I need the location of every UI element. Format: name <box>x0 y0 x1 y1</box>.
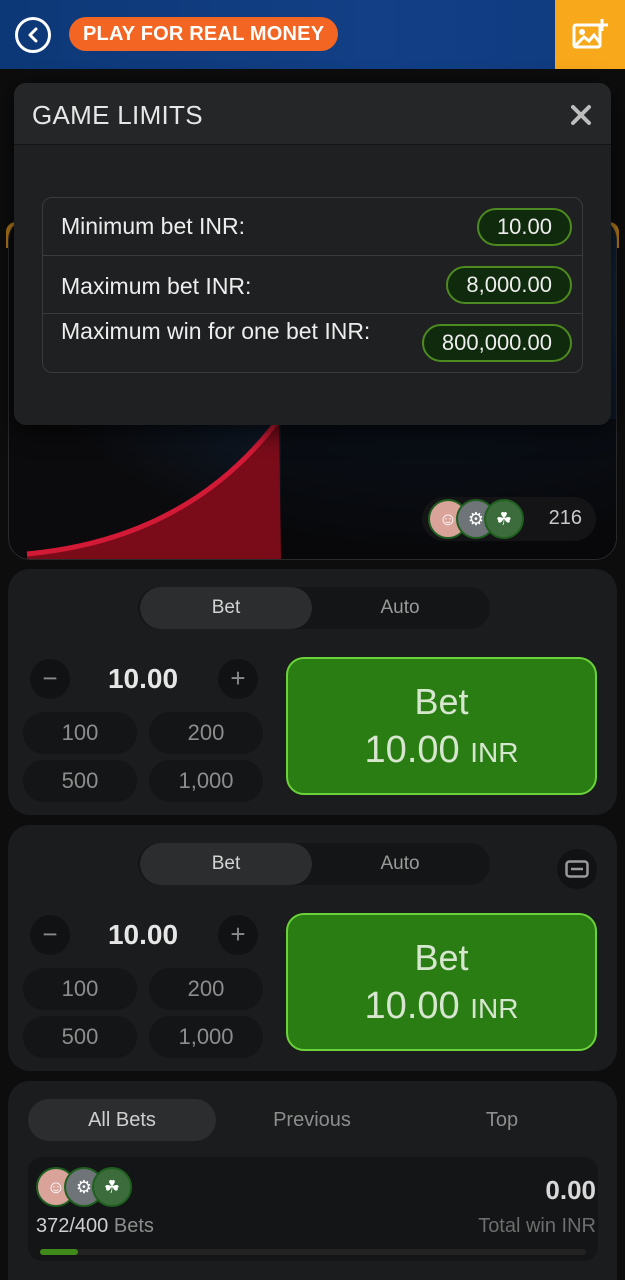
limit-row: Maximum bet INR: 8,000.00 <box>43 256 582 314</box>
total-win-label: Total win INR <box>478 1215 596 1237</box>
bet-panel: Bet Auto − 10.00 + 100 200 500 1,000 Bet… <box>8 569 617 815</box>
top-bar: PLAY FOR REAL MONEY <box>0 0 625 69</box>
bets-summary: ☺ ⚙ ☘ 372/400 Bets 0.00 Total win INR <box>28 1157 598 1261</box>
chip-button[interactable]: 1,000 <box>149 1016 263 1058</box>
limit-label: Minimum bet INR: <box>61 213 246 239</box>
chip-button[interactable]: 1,000 <box>149 760 263 802</box>
tab-bet[interactable]: Bet <box>140 843 312 885</box>
tab-auto[interactable]: Auto <box>314 587 486 629</box>
play-real-money-button[interactable]: PLAY FOR REAL MONEY <box>69 17 339 51</box>
bets-count: 372/400 Bets <box>36 1215 154 1237</box>
limit-row: Minimum bet INR: 10.00 <box>43 198 582 256</box>
remove-panel-icon[interactable] <box>557 849 597 889</box>
chip-button[interactable]: 200 <box>149 712 263 754</box>
place-bet-button[interactable]: Bet 10.00 INR <box>286 913 597 1051</box>
limit-label: Maximum bet INR: <box>61 273 252 299</box>
limit-value: 800,000.00 <box>421 324 572 362</box>
place-bet-button[interactable]: Bet 10.00 INR <box>286 657 597 795</box>
limit-label: Maximum win for one bet INR: <box>61 318 371 344</box>
bet-panel: Bet Auto − 10.00 + 100 200 500 1,000 Bet… <box>8 825 617 1071</box>
limit-value: 10.00 <box>476 208 572 246</box>
decrease-button[interactable]: − <box>30 659 70 699</box>
bet-button-amount: 10.00 INR <box>364 729 519 771</box>
chip-button[interactable]: 100 <box>23 968 137 1010</box>
avatar-group: ☺ ⚙ ☘ <box>36 1167 132 1207</box>
modal-header: GAME LIMITS <box>14 83 611 145</box>
tab-all-bets[interactable]: All Bets <box>28 1099 216 1141</box>
avatar: ☘ <box>92 1167 132 1207</box>
decrease-button[interactable]: − <box>30 915 70 955</box>
bet-mode-tabs: Bet Auto <box>138 587 490 629</box>
bet-amount[interactable]: 10.00 <box>88 663 198 695</box>
modal-title: GAME LIMITS <box>32 100 203 130</box>
bet-button-label: Bet <box>414 937 469 978</box>
chip-button[interactable]: 100 <box>23 712 137 754</box>
tab-top[interactable]: Top <box>408 1099 596 1141</box>
chip-button[interactable]: 200 <box>149 968 263 1010</box>
bet-mode-tabs: Bet Auto <box>138 843 490 885</box>
players-count: 216 <box>548 507 582 529</box>
chip-button[interactable]: 500 <box>23 760 137 802</box>
bets-list-panel: All Bets Previous Top ☺ ⚙ ☘ 372/400 Bets… <box>8 1081 617 1280</box>
chip-button[interactable]: 500 <box>23 1016 137 1058</box>
tab-auto[interactable]: Auto <box>314 843 486 885</box>
limit-value: 8,000.00 <box>446 266 572 304</box>
bets-list-tabs: All Bets Previous Top <box>28 1099 598 1141</box>
game-limits-modal: GAME LIMITS Minimum bet INR: 10.00 Maxim… <box>14 83 611 425</box>
avatar: ☘ <box>484 499 524 539</box>
players-badge: ☺ ⚙ ☘ 216 <box>422 497 596 541</box>
close-icon[interactable] <box>569 103 593 127</box>
bets-progress-fill <box>40 1249 79 1255</box>
increase-button[interactable]: + <box>218 915 258 955</box>
back-arrow-icon[interactable] <box>15 17 51 53</box>
bets-progress-bar <box>40 1249 586 1255</box>
gallery-add-icon[interactable] <box>555 0 625 69</box>
bet-button-label: Bet <box>414 681 469 722</box>
limit-row: Maximum win for one bet INR: 800,000.00 <box>43 314 582 372</box>
limits-table: Minimum bet INR: 10.00 Maximum bet INR: … <box>42 197 583 373</box>
bet-button-amount: 10.00 INR <box>364 985 519 1027</box>
total-win-value: 0.00 <box>545 1175 596 1205</box>
increase-button[interactable]: + <box>218 659 258 699</box>
bet-amount[interactable]: 10.00 <box>88 919 198 951</box>
tab-previous[interactable]: Previous <box>218 1099 406 1141</box>
tab-bet[interactable]: Bet <box>140 587 312 629</box>
